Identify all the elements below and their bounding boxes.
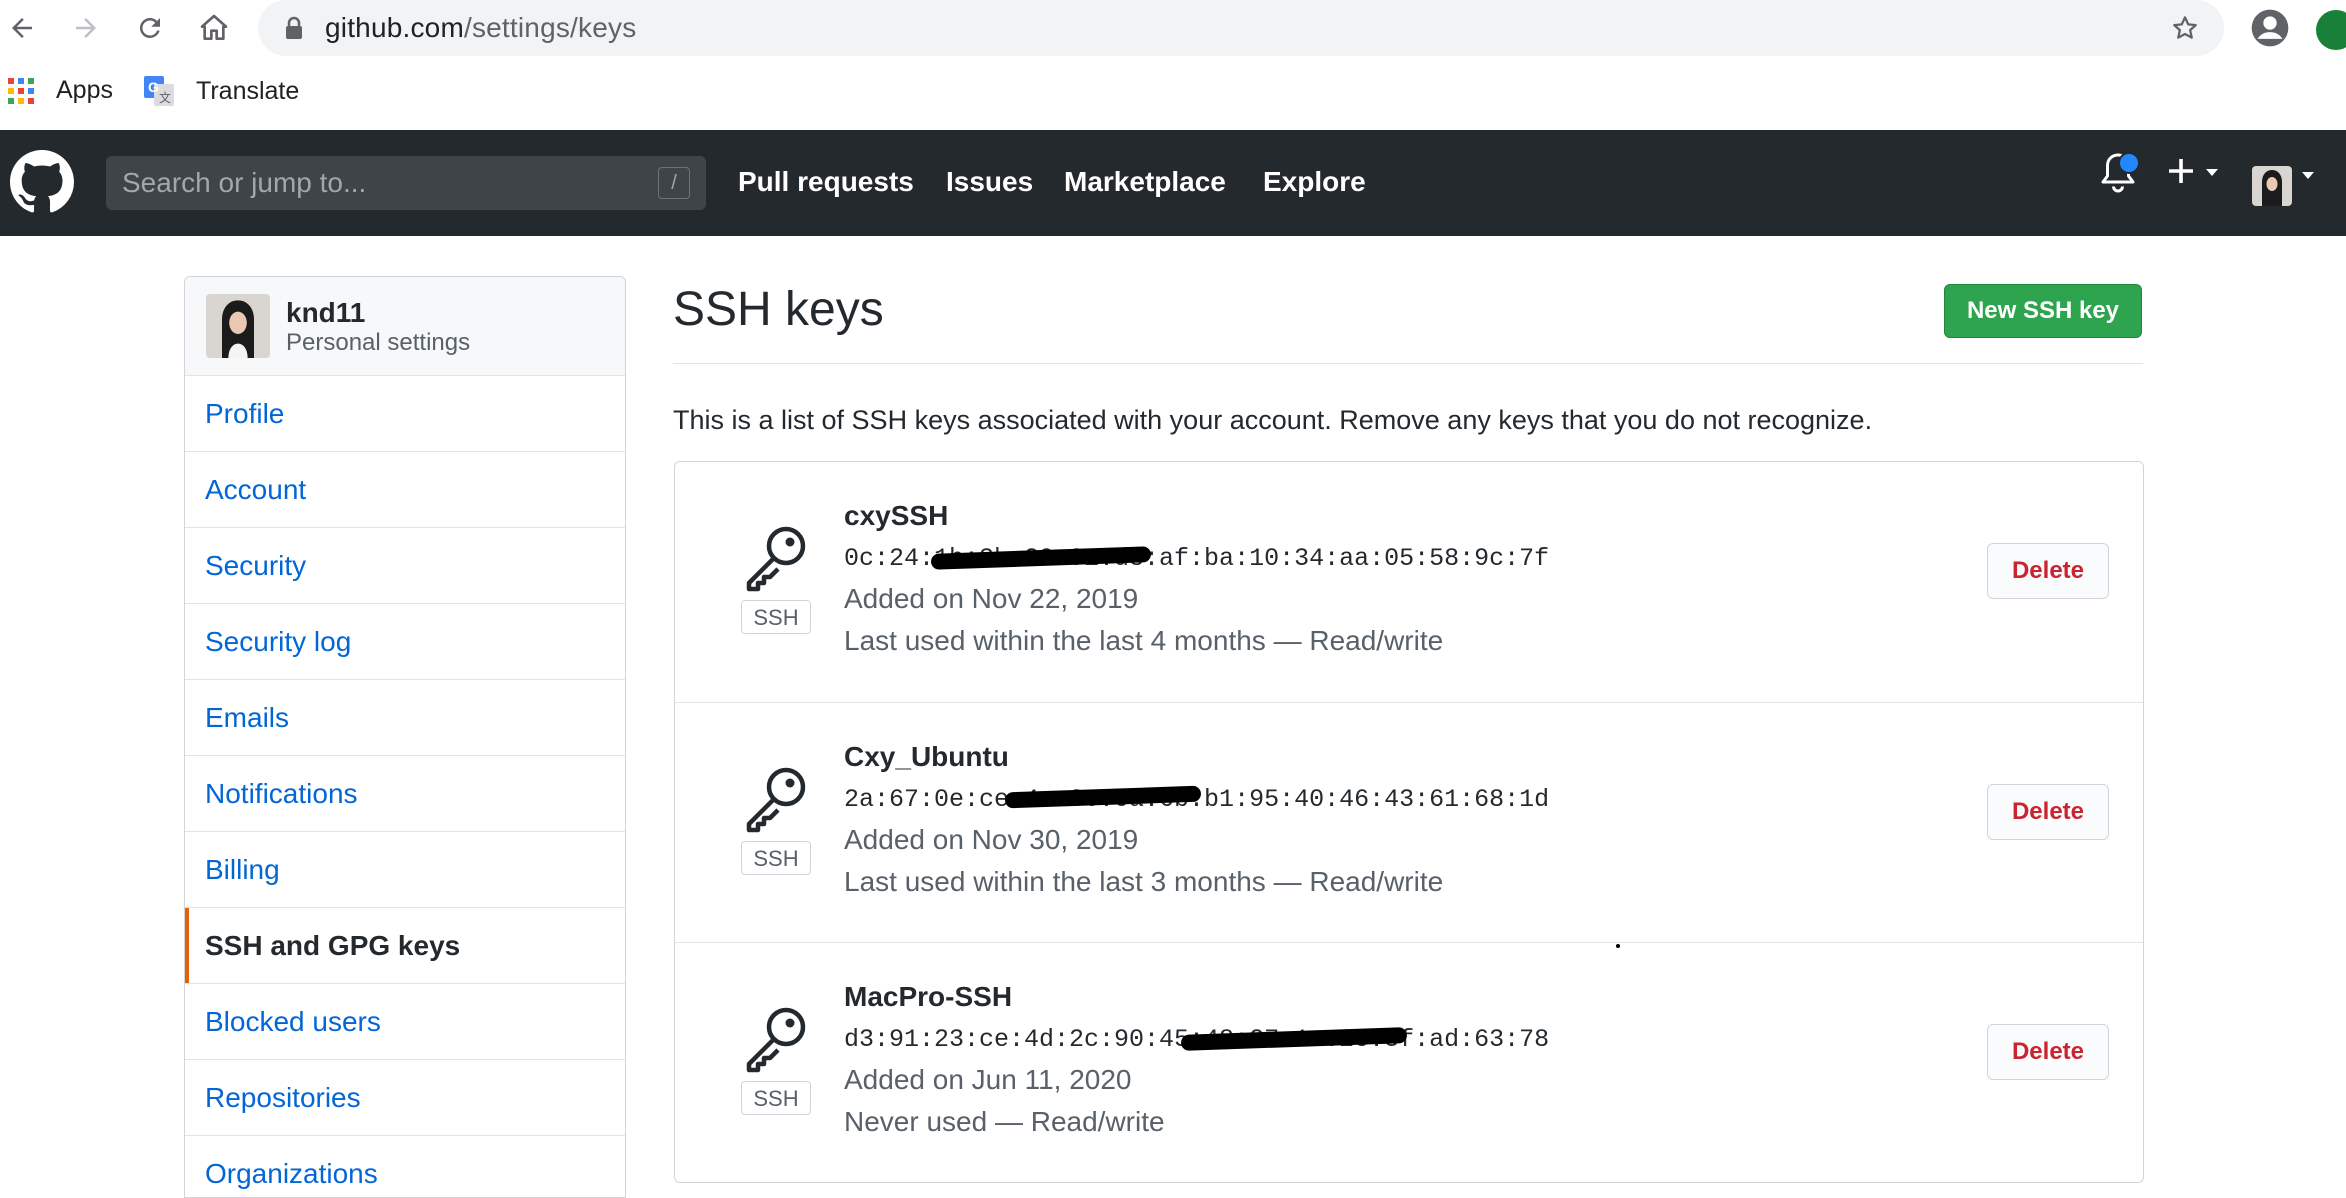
key-added-date: Added on Nov 22, 2019	[844, 583, 1139, 614]
key-title: cxySSH	[844, 500, 949, 531]
search-input[interactable]	[106, 156, 642, 210]
browser-toolbar: github.com/settings/keys	[0, 0, 2346, 58]
key-added-date: Added on Nov 30, 2019	[844, 824, 1139, 855]
url-path: /settings/keys	[463, 12, 637, 43]
nav-explore[interactable]: Explore	[1263, 166, 1366, 198]
arrow-left-icon	[12, 18, 32, 38]
avatar[interactable]	[2252, 166, 2292, 206]
home-button[interactable]	[192, 6, 236, 50]
key-icon	[746, 1007, 806, 1073]
nav-pull-requests[interactable]: Pull requests	[738, 166, 914, 198]
key-added-date: Added on Jun 11, 2020	[844, 1064, 1132, 1095]
avatar[interactable]	[206, 294, 270, 358]
key-last-used: Last used within the last 4 months — Rea…	[844, 625, 1444, 656]
account-circle-icon	[2251, 9, 2289, 47]
sidebar-item-emails[interactable]: Emails	[185, 680, 625, 756]
extension-update-icon[interactable]	[2316, 10, 2346, 50]
create-new-dropdown[interactable]	[2166, 156, 2220, 191]
sidebar-item-repositories[interactable]: Repositories	[185, 1060, 625, 1136]
nav-marketplace[interactable]: Marketplace	[1064, 166, 1226, 198]
user-avatar-image	[2252, 166, 2292, 206]
ssh-key-item: SSH Cxy_Ubuntu 2a:67:0e:ce:4a:3c:0a:6b:b…	[675, 702, 2143, 943]
delete-key-button[interactable]: Delete	[1987, 543, 2109, 599]
forward-button[interactable]	[64, 6, 108, 50]
sidebar-item-ssh-gpg-keys[interactable]: SSH and GPG keys	[185, 908, 625, 984]
github-logo-icon[interactable]	[10, 150, 74, 214]
bookmark-label: Apps	[56, 76, 113, 104]
plus-icon	[2169, 159, 2193, 183]
ssh-key-item: SSH cxySSH 0c:24:1b:3b:29:91:d8:af:ba:10…	[675, 462, 2143, 702]
ssh-badge: SSH	[741, 600, 811, 634]
delete-key-button[interactable]: Delete	[1987, 784, 2109, 840]
delete-key-button[interactable]: Delete	[1987, 1024, 2109, 1080]
bookmark-label: Translate	[196, 76, 300, 105]
browser-profile-button[interactable]	[2250, 8, 2290, 53]
sidebar-item-security-log[interactable]: Security log	[185, 604, 625, 680]
page-title: SSH keys	[673, 283, 884, 336]
search-shortcut-hint: /	[658, 167, 690, 199]
url-text: github.com/settings/keys	[325, 12, 636, 44]
lock-icon	[286, 16, 302, 39]
svg-text:G: G	[148, 79, 159, 95]
sidebar-item-organizations[interactable]: Organizations	[185, 1136, 625, 1197]
key-last-used: Never used — Read/write	[844, 1106, 1165, 1137]
reload-button[interactable]	[128, 6, 172, 50]
settings-sidebar: knd11 Personal settings Profile Account …	[184, 276, 626, 1198]
caret-down-icon	[2206, 169, 2219, 176]
sidebar-item-profile[interactable]: Profile	[185, 376, 625, 452]
notification-indicator	[2118, 152, 2140, 174]
bookmark-translate[interactable]: G 文 Translate	[144, 76, 299, 106]
caret-down-icon	[2302, 172, 2314, 179]
bookmarks-bar: Apps G 文 Translate	[0, 58, 2346, 130]
github-header: / Pull requests Issues Marketplace Explo…	[0, 130, 2346, 236]
key-last-used: Last used within the last 3 months — Rea…	[844, 866, 1444, 897]
intro-text: This is a list of SSH keys associated wi…	[673, 405, 1873, 435]
reload-icon	[139, 17, 160, 38]
home-icon	[200, 14, 228, 40]
sidebar-user-header: knd11 Personal settings	[185, 277, 625, 376]
ssh-badge: SSH	[741, 841, 811, 875]
bookmark-apps[interactable]: Apps	[8, 76, 113, 105]
bookmark-star-icon[interactable]	[2170, 13, 2200, 43]
google-translate-icon: G 文	[144, 76, 174, 106]
arrow-right-icon	[76, 18, 96, 38]
ssh-key-list: SSH cxySSH 0c:24:1b:3b:29:91:d8:af:ba:10…	[674, 461, 2144, 1183]
sidebar-subtitle: Personal settings	[286, 329, 471, 356]
key-title: Cxy_Ubuntu	[844, 741, 1009, 772]
key-icon	[746, 526, 806, 592]
sidebar-item-security[interactable]: Security	[185, 528, 625, 604]
user-avatar-image	[206, 294, 270, 358]
stray-pixel-dot	[1616, 944, 1620, 948]
sidebar-item-billing[interactable]: Billing	[185, 832, 625, 908]
nav-issues[interactable]: Issues	[946, 166, 1033, 198]
key-title: MacPro-SSH	[844, 981, 1013, 1012]
title-divider	[673, 363, 2143, 364]
sidebar-item-blocked-users[interactable]: Blocked users	[185, 984, 625, 1060]
url-host: github.com	[325, 12, 464, 43]
back-button[interactable]	[0, 6, 44, 50]
sidebar-item-notifications[interactable]: Notifications	[185, 756, 625, 832]
new-ssh-key-button[interactable]: New SSH key	[1944, 284, 2142, 338]
svg-text:文: 文	[159, 90, 171, 105]
address-bar[interactable]: github.com/settings/keys	[258, 0, 2224, 56]
key-icon	[746, 767, 806, 833]
ssh-key-item: SSH MacPro-SSH d3:91:23:ce:4d:2c:90:45:4…	[675, 942, 2143, 1183]
apps-grid-icon	[8, 77, 34, 104]
ssh-badge: SSH	[741, 1081, 811, 1115]
sidebar-item-account[interactable]: Account	[185, 452, 625, 528]
search-box[interactable]: /	[106, 156, 706, 210]
sidebar-username[interactable]: knd11	[286, 297, 365, 329]
